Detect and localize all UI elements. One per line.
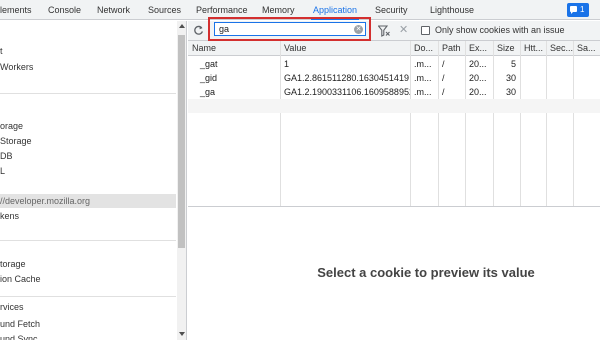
sidebar-item[interactable]: torage bbox=[0, 257, 176, 271]
refresh-icon[interactable] bbox=[193, 25, 204, 36]
table-row-empty bbox=[188, 99, 600, 113]
sidebar-item[interactable]: rvices bbox=[0, 300, 176, 314]
preview-placeholder: Select a cookie to preview its value bbox=[317, 265, 535, 280]
only-issue-label: Only show cookies with an issue bbox=[435, 25, 565, 35]
cookie-expires: 20... bbox=[469, 59, 487, 69]
cookie-size: 30 bbox=[505, 73, 516, 83]
cookie-domain: .m... bbox=[414, 73, 432, 83]
sidebar-divider bbox=[0, 296, 176, 297]
cookie-name: _ga bbox=[200, 87, 216, 97]
cookie-path: / bbox=[442, 73, 445, 83]
sidebar-item[interactable]: orage bbox=[0, 119, 176, 133]
table-row[interactable]: _gat 1 .m... / 20... 5 bbox=[188, 57, 600, 71]
cookie-value: GA1.2.1900331106.1609588952 bbox=[284, 87, 410, 97]
cookies-toolbar: ✕ ✕ Only show cookies with an issue bbox=[188, 17, 600, 41]
cookie-filter-input[interactable] bbox=[214, 22, 366, 36]
sidebar-item[interactable]: ion Cache bbox=[0, 272, 176, 286]
sidebar-item[interactable]: Storage bbox=[0, 134, 176, 148]
cookie-name: _gid bbox=[200, 73, 218, 83]
cookie-size: 5 bbox=[510, 59, 516, 69]
sidebar-item-cookie-origin[interactable]: //developer.mozilla.org bbox=[0, 194, 176, 208]
tab-lighthouse[interactable]: Lighthouse bbox=[430, 0, 474, 20]
tab-security[interactable]: Security bbox=[375, 0, 408, 20]
filter-highlight-box: ✕ bbox=[208, 17, 371, 41]
cookie-value: GA1.2.861511280.1630451419 bbox=[284, 73, 409, 83]
application-sidebar: t Workers orage Storage DB L //developer… bbox=[0, 21, 187, 340]
column-header-secure[interactable]: Sec... bbox=[546, 41, 573, 56]
messages-count: 1 bbox=[580, 5, 585, 14]
cookie-name: _gat bbox=[200, 59, 218, 69]
column-header-path[interactable]: Path bbox=[438, 41, 465, 56]
cookie-size: 30 bbox=[505, 87, 516, 97]
sidebar-divider bbox=[0, 240, 176, 241]
sidebar-item[interactable]: Workers bbox=[0, 60, 176, 74]
cookie-value: 1 bbox=[284, 59, 290, 69]
table-row[interactable]: _ga GA1.2.1900331106.1609588952 .m... / … bbox=[188, 85, 600, 99]
sidebar-item[interactable]: kens bbox=[0, 209, 176, 223]
column-header-httponly[interactable]: Htt... bbox=[520, 41, 546, 56]
clear-all-icon[interactable]: ✕ bbox=[399, 24, 411, 36]
messages-badge[interactable]: 1 bbox=[567, 3, 589, 17]
tab-network[interactable]: Network bbox=[97, 0, 130, 20]
tab-sources[interactable]: Sources bbox=[148, 0, 181, 20]
cookie-preview-pane: Select a cookie to preview its value bbox=[188, 207, 600, 340]
table-row[interactable]: _gid GA1.2.861511280.1630451419 .m... / … bbox=[188, 71, 600, 85]
column-header-size[interactable]: Size bbox=[493, 41, 520, 56]
column-header-domain[interactable]: Do... bbox=[410, 41, 438, 56]
sidebar-item[interactable]: DB bbox=[0, 149, 176, 163]
filter-icon[interactable] bbox=[378, 25, 390, 37]
tab-elements[interactable]: lements bbox=[0, 0, 32, 20]
scroll-up-icon[interactable] bbox=[179, 24, 185, 28]
cookie-path: / bbox=[442, 87, 445, 97]
table-header: Name Value Do... Path Ex... Size Htt... … bbox=[188, 41, 600, 56]
column-header-samesite[interactable]: Sa... bbox=[573, 41, 600, 56]
column-header-expires[interactable]: Ex... bbox=[465, 41, 493, 56]
sidebar-item[interactable]: und Sync bbox=[0, 332, 176, 340]
cookie-path: / bbox=[442, 59, 445, 69]
message-icon bbox=[570, 6, 577, 14]
cookie-expires: 20... bbox=[469, 87, 487, 97]
column-header-name[interactable]: Name bbox=[188, 41, 280, 56]
scrollbar-thumb[interactable] bbox=[178, 35, 185, 248]
cookie-table: Name Value Do... Path Ex... Size Htt... … bbox=[188, 41, 600, 206]
sidebar-scrollbar[interactable] bbox=[177, 21, 186, 340]
only-issue-checkbox[interactable] bbox=[421, 26, 430, 35]
clear-input-icon[interactable]: ✕ bbox=[354, 25, 363, 34]
cookie-domain: .m... bbox=[414, 87, 432, 97]
tab-console[interactable]: Console bbox=[48, 0, 81, 20]
sidebar-item[interactable]: t bbox=[0, 44, 176, 58]
scroll-down-icon[interactable] bbox=[179, 332, 185, 336]
cookie-expires: 20... bbox=[469, 73, 487, 83]
column-header-value[interactable]: Value bbox=[280, 41, 410, 56]
sidebar-item[interactable]: L bbox=[0, 164, 176, 178]
sidebar-item[interactable]: und Fetch bbox=[0, 317, 176, 331]
cookie-domain: .m... bbox=[414, 59, 432, 69]
sidebar-divider bbox=[0, 93, 176, 94]
